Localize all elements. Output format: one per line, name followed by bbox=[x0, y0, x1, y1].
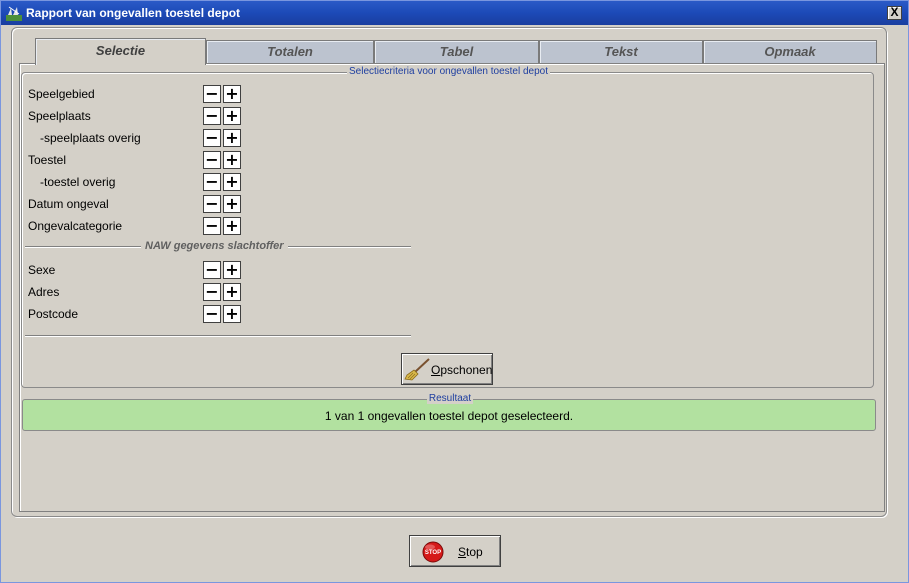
criteria-group: Selectiecriteria voor ongevallen toestel… bbox=[21, 66, 874, 388]
minus-button[interactable]: − bbox=[203, 195, 221, 213]
criteria-group-title: Selectiecriteria voor ongevallen toestel… bbox=[346, 66, 550, 77]
report-window: Rapport van ongevallen toestel depot X S… bbox=[0, 0, 909, 583]
criterion-controls-datum-ongeval: − + bbox=[203, 195, 241, 213]
result-title: Resultaat bbox=[426, 393, 474, 404]
opschonen-label: Opschonen bbox=[431, 363, 492, 377]
stop-rest: top bbox=[466, 545, 483, 559]
stop-mnemonic: S bbox=[458, 545, 467, 559]
minus-button[interactable]: − bbox=[203, 283, 221, 301]
plus-button[interactable]: + bbox=[223, 129, 241, 147]
criterion-controls-toestel-overig: − + bbox=[203, 173, 241, 191]
criterion-controls-ongevalcategorie: − + bbox=[203, 217, 241, 235]
window-title: Rapport van ongevallen toestel depot bbox=[26, 6, 241, 20]
opschonen-button[interactable]: Opschonen bbox=[401, 353, 493, 385]
criterion-label-datum-ongeval: Datum ongeval bbox=[28, 197, 109, 211]
tab-label: Totalen bbox=[267, 44, 313, 59]
title-bar[interactable]: Rapport van ongevallen toestel depot X bbox=[1, 1, 908, 25]
criterion-label-toestel: Toestel bbox=[28, 153, 67, 167]
criterion-label-speelplaats: Speelplaats bbox=[28, 109, 91, 123]
criterion-controls-postcode: − + bbox=[203, 305, 241, 323]
app-icon bbox=[6, 6, 22, 21]
tab-label: Selectie bbox=[95, 43, 146, 58]
plus-button[interactable]: + bbox=[223, 283, 241, 301]
tab-opmaak[interactable]: Opmaak bbox=[703, 40, 877, 63]
tab-tekst[interactable]: Tekst bbox=[539, 40, 703, 63]
criterion-label-adres: Adres bbox=[28, 285, 60, 299]
minus-button[interactable]: − bbox=[203, 305, 221, 323]
stop-button[interactable]: STOP Stop bbox=[409, 535, 501, 567]
broom-icon bbox=[404, 358, 430, 381]
result-text: 1 van 1 ongevallen toestel depot geselec… bbox=[324, 409, 574, 423]
tab-label: Tekst bbox=[604, 44, 638, 59]
tab-selectie[interactable]: Selectie bbox=[35, 38, 206, 65]
minus-button[interactable]: − bbox=[203, 107, 221, 125]
bottom-separator bbox=[25, 335, 411, 337]
plus-button[interactable]: + bbox=[223, 173, 241, 191]
minus-button[interactable]: − bbox=[203, 151, 221, 169]
stop-label: Stop bbox=[458, 545, 483, 559]
tab-tabel[interactable]: Tabel bbox=[374, 40, 539, 63]
naw-section-title: NAW gegevens slachtoffer bbox=[141, 240, 288, 252]
criterion-label-speelgebied: Speelgebied bbox=[28, 87, 95, 101]
criterion-label-toestel-overig: -toestel overig bbox=[40, 175, 116, 189]
plus-button[interactable]: + bbox=[223, 195, 241, 213]
minus-button[interactable]: − bbox=[203, 217, 221, 235]
plus-button[interactable]: + bbox=[223, 261, 241, 279]
minus-button[interactable]: − bbox=[203, 85, 221, 103]
criterion-label-ongevalcategorie: Ongevalcategorie bbox=[28, 219, 123, 233]
minus-button[interactable]: − bbox=[203, 173, 221, 191]
criterion-label-postcode: Postcode bbox=[28, 307, 79, 321]
tab-label: Tabel bbox=[439, 44, 474, 59]
plus-button[interactable]: + bbox=[223, 107, 241, 125]
plus-button[interactable]: + bbox=[223, 305, 241, 323]
criterion-controls-speelplaats-overig: − + bbox=[203, 129, 241, 147]
minus-button[interactable]: − bbox=[203, 129, 221, 147]
plus-button[interactable]: + bbox=[223, 151, 241, 169]
criterion-controls-speelplaats: − + bbox=[203, 107, 241, 125]
criterion-label-speelplaats-overig: -speelplaats overig bbox=[40, 131, 141, 145]
criterion-controls-toestel: − + bbox=[203, 151, 241, 169]
tab-totalen[interactable]: Totalen bbox=[206, 40, 374, 63]
stop-sign-icon: STOP bbox=[422, 541, 444, 563]
plus-button[interactable]: + bbox=[223, 217, 241, 235]
opschonen-rest: pschonen bbox=[440, 363, 493, 377]
criterion-controls-sexe: − + bbox=[203, 261, 241, 279]
opschonen-mnemonic: O bbox=[431, 363, 441, 377]
criterion-label-sexe: Sexe bbox=[28, 263, 56, 277]
tab-label: Opmaak bbox=[764, 44, 816, 59]
criterion-controls-speelgebied: − + bbox=[203, 85, 241, 103]
close-button[interactable]: X bbox=[887, 6, 902, 20]
plus-button[interactable]: + bbox=[223, 85, 241, 103]
close-icon: X bbox=[890, 5, 899, 19]
minus-button[interactable]: − bbox=[203, 261, 221, 279]
criterion-controls-adres: − + bbox=[203, 283, 241, 301]
stop-icon-text: STOP bbox=[425, 550, 441, 556]
result-group: Resultaat 1 van 1 ongevallen toestel dep… bbox=[22, 393, 876, 431]
